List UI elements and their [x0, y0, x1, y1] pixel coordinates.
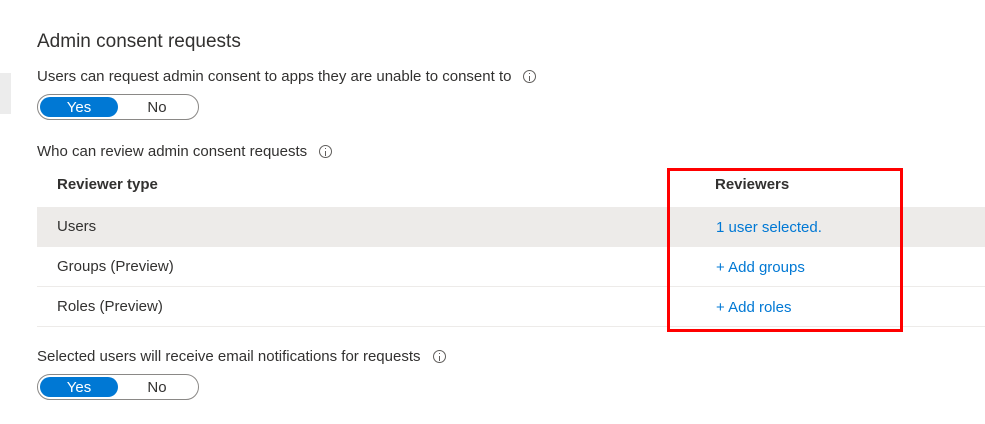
notify-label-row: Selected users will receive email notifi…: [37, 348, 446, 365]
info-icon[interactable]: [523, 70, 537, 83]
admin-consent-settings: Admin consent requests Users can request…: [0, 0, 985, 424]
consent-request-toggle[interactable]: Yes No: [37, 94, 199, 120]
reviewer-type-cell: Users: [57, 218, 97, 235]
reviewer-type-cell: Roles (Preview): [57, 298, 163, 315]
notify-yes-option[interactable]: Yes: [40, 377, 118, 397]
info-icon[interactable]: [319, 145, 333, 158]
consent-yes-option[interactable]: Yes: [40, 97, 118, 117]
consent-no-option[interactable]: No: [118, 97, 196, 117]
consent-request-label: Users can request admin consent to apps …: [37, 68, 512, 85]
reviewers-label: Who can review admin consent requests: [37, 143, 308, 160]
consent-request-label-row: Users can request admin consent to apps …: [37, 68, 537, 85]
notify-toggle[interactable]: Yes No: [37, 374, 199, 400]
reviewers-highlight-box: [667, 168, 903, 332]
reviewer-type-cell: Groups (Preview): [57, 258, 174, 275]
info-icon[interactable]: [432, 350, 446, 363]
notify-no-option[interactable]: No: [118, 377, 196, 397]
section-title: Admin consent requests: [37, 31, 241, 52]
reviewers-label-row: Who can review admin consent requests: [37, 143, 333, 160]
side-panel-tab[interactable]: [0, 73, 11, 114]
notify-label: Selected users will receive email notifi…: [37, 348, 421, 365]
column-header-reviewer-type: Reviewer type: [57, 176, 158, 193]
